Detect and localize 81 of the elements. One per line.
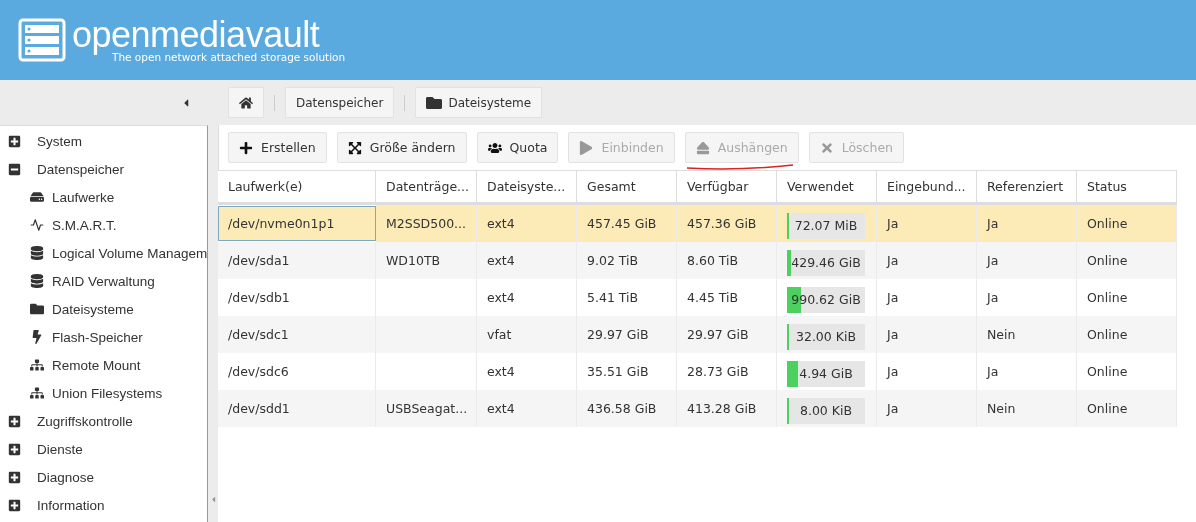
table-cell: 436.58 GiB — [577, 390, 677, 427]
table-cell: 413.28 GiB — [677, 390, 777, 427]
drive-icon — [30, 190, 44, 204]
expand-icon[interactable] — [8, 442, 21, 456]
tree-item[interactable]: Diagnose — [0, 463, 207, 491]
table-cell: Online — [1077, 316, 1177, 353]
app-title: openmediavault — [72, 17, 320, 53]
table-cell: USBSeagat... — [376, 390, 477, 427]
database-icon — [30, 274, 44, 288]
usage-reading: 429.46 GiB — [791, 255, 861, 270]
table-cell: Online — [1077, 205, 1177, 242]
table-cell: 29.97 GiB — [677, 316, 777, 353]
app-subtitle: The open network attached storage solution — [112, 51, 346, 63]
table-cell: 457.36 GiB — [677, 205, 777, 242]
table-cell: Online — [1077, 390, 1177, 427]
table-cell: /dev/sda1 — [218, 242, 376, 279]
table-cell: ext4 — [477, 205, 577, 242]
tree-item[interactable]: Flash-Speicher — [0, 323, 207, 351]
tree-item[interactable]: S.M.A.R.T. — [0, 211, 207, 239]
network-icon — [30, 358, 44, 372]
folder-icon — [30, 302, 44, 316]
table-cell: M2SSD500... — [376, 205, 477, 242]
table-cell: 457.45 GiB — [577, 205, 677, 242]
table-cell: ext4 — [477, 242, 577, 279]
toolbar-button[interactable]: Größe ändern — [336, 132, 467, 163]
table-cell: Ja — [877, 205, 977, 242]
toolbar-button[interactable]: Quota — [476, 132, 559, 163]
tree-item[interactable]: Remote Mount — [0, 351, 207, 379]
table-cell: Ja — [977, 205, 1077, 242]
usage-reading: 32.00 KiB — [796, 329, 856, 344]
tree-item[interactable]: Information — [0, 491, 207, 519]
table-cell: 29.97 GiB — [577, 316, 677, 353]
lightning-icon — [30, 330, 44, 344]
home-icon — [239, 95, 253, 110]
tree-item[interactable]: Dateisysteme — [0, 295, 207, 323]
table-cell: /dev/nvme0n1p1 — [218, 206, 376, 241]
network-icon — [30, 386, 44, 400]
table-cell: /dev/sdc1 — [218, 316, 376, 353]
table-cell: Nein — [977, 390, 1077, 427]
table-cell: Ja — [877, 390, 977, 427]
folder-icon — [426, 94, 443, 111]
toolbar-button[interactable]: Erstellen — [228, 132, 327, 163]
tree-item[interactable]: Union Filesystems — [0, 379, 207, 407]
home-button[interactable] — [228, 87, 264, 118]
tree-item[interactable]: System — [0, 127, 207, 155]
expand-icon[interactable] — [8, 498, 21, 512]
table-cell: WD10TB — [376, 242, 477, 279]
pulse-icon — [30, 218, 44, 232]
tree-item[interactable]: Datenspeicher — [0, 155, 207, 183]
usage-reading: 72.07 MiB — [794, 218, 858, 233]
table-cell: Nein — [977, 316, 1077, 353]
expand-icon[interactable] — [8, 414, 21, 428]
table-cell: Ja — [977, 242, 1077, 279]
tree-item[interactable]: Laufwerke — [0, 183, 207, 211]
expand-icon[interactable] — [8, 470, 21, 484]
eject-icon — [695, 140, 710, 155]
plus-icon — [239, 140, 253, 155]
logo-icon — [18, 18, 66, 62]
table-cell: Ja — [877, 242, 977, 279]
collapse-icon[interactable] — [8, 162, 21, 176]
tree-item[interactable]: RAID Verwaltung — [0, 267, 207, 295]
tree-item[interactable]: Logical Volume Managem — [0, 239, 207, 267]
tree-item[interactable]: Dienste — [0, 435, 207, 463]
table-cell: Ja — [877, 316, 977, 353]
database-icon — [30, 246, 44, 260]
play-icon — [579, 140, 594, 155]
users-icon — [487, 140, 502, 155]
table-cell: Online — [1077, 242, 1177, 279]
breadcrumb-item[interactable]: Datenspeicher — [285, 87, 395, 118]
usage-reading: 4.94 GiB — [799, 366, 853, 381]
table-cell: /dev/sdd1 — [218, 390, 376, 427]
close-icon — [819, 140, 834, 155]
table-cell: vfat — [477, 316, 577, 353]
table-cell: 9.02 TiB — [577, 242, 677, 279]
tree-item[interactable]: Zugriffskontrolle — [0, 407, 207, 435]
expand-icon[interactable] — [8, 134, 21, 148]
table-cell: ext4 — [477, 390, 577, 427]
table-cell: 8.60 TiB — [677, 242, 777, 279]
breadcrumb-item[interactable]: Dateisysteme — [415, 87, 543, 118]
arrows-icon — [347, 140, 362, 155]
usage-reading: 8.00 KiB — [799, 403, 853, 418]
